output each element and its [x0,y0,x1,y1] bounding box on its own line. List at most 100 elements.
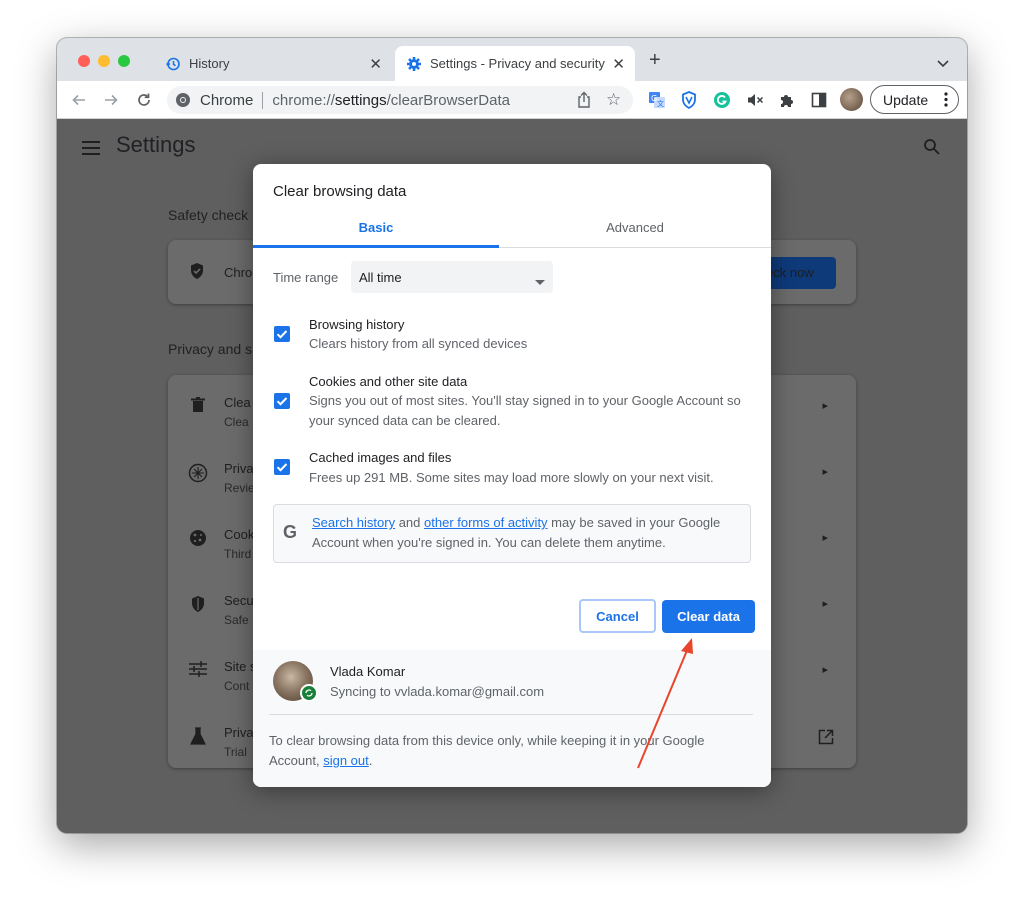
share-icon[interactable] [576,91,592,113]
sync-badge-icon [300,684,318,702]
row-subtitle: Clea [224,415,249,429]
extensions-icon[interactable] [775,88,799,112]
grammarly-icon[interactable] [710,88,734,112]
dialog-title: Clear browsing data [273,183,407,200]
notice-text: Search history and other forms of activi… [312,513,744,553]
sign-out-link[interactable]: sign out [323,753,369,768]
account-name: Vlada Komar [330,664,406,679]
cancel-button[interactable]: Cancel [579,599,656,633]
clear-data-button[interactable]: Clear data [662,600,755,633]
chrome-icon [175,92,191,108]
search-history-link[interactable]: Search history [312,515,395,530]
tab-label: History [189,56,230,71]
safety-check-heading: Safety check [168,207,249,223]
page-title: Settings [116,132,196,157]
vpn-shield-icon[interactable] [677,88,701,112]
url-host: settings [334,91,387,109]
url-text: chrome://settings/clearBrowserData [272,92,510,109]
url-prefix: chrome:// [272,91,335,109]
toolbar: Chrome chrome://settings/clearBrowserDat… [57,81,967,119]
row-subtitle: Trial [224,745,247,759]
chevron-right-icon: ▸ [822,466,828,478]
forward-icon[interactable] [99,88,123,112]
clear-browsing-data-dialog: Clear browsing data Basic Advanced Time … [253,164,771,787]
google-g-icon: G [283,522,298,542]
option-description: Signs you out of most sites. You'll stay… [309,393,741,428]
shield-icon [189,262,205,285]
bookmark-star-icon[interactable]: ☆ [606,90,621,110]
caret-down-icon [535,274,545,289]
cached-images-checkbox[interactable] [274,459,290,475]
other-activity-link[interactable]: other forms of activity [424,515,548,530]
tab-advanced[interactable]: Advanced [499,208,771,248]
row-title: Site s [224,659,257,674]
menu-icon[interactable] [82,141,100,160]
time-range-value: All time [359,270,402,285]
tab-basic-label: Basic [358,220,394,235]
option-title: Cookies and other site data [309,374,468,389]
history-icon [165,56,181,72]
cancel-label: Cancel [596,609,639,624]
row-title: Cook [224,527,255,542]
time-range-label: Time range [273,270,339,285]
chevron-down-icon[interactable] [937,55,949,73]
close-window-button[interactable] [78,55,90,67]
flask-icon [188,727,208,747]
address-bar[interactable]: Chrome chrome://settings/clearBrowserDat… [167,86,633,114]
row-title: Priva [224,725,254,740]
tab-history[interactable]: History ✕ [157,46,392,81]
footer-text-end: . [368,753,373,768]
row-subtitle: Third [224,547,252,561]
scheme-label: Chrome [200,91,254,109]
trash-icon [188,397,208,417]
update-label: Update [883,91,929,108]
more-vert-icon[interactable] [944,92,948,110]
shield-icon [188,595,208,615]
tab-basic[interactable]: Basic [253,208,499,248]
option-title: Browsing history [309,317,405,332]
close-tab-icon[interactable]: ✕ [369,55,382,73]
option-title: Cached images and files [309,450,452,465]
chevron-right-icon: ▸ [822,598,828,610]
tab-basic-indicator [253,245,499,248]
back-icon[interactable] [67,88,91,112]
search-icon[interactable] [923,138,941,161]
check-now-label: eck now [766,265,814,280]
chevron-right-icon: ▸ [822,400,828,412]
tab-label: Settings - Privacy and security [430,56,605,71]
reload-icon[interactable] [132,88,156,112]
safety-check-row-title: Chro [224,265,253,280]
svg-text:文: 文 [657,99,664,108]
clear-data-label: Clear data [677,609,740,624]
side-panel-icon[interactable] [807,88,831,112]
update-button[interactable]: Update [870,85,959,114]
row-subtitle: Safe [224,613,249,627]
new-tab-button[interactable]: + [649,49,661,72]
zoom-window-button[interactable] [118,55,130,67]
profile-avatar[interactable] [840,88,863,111]
minimize-window-button[interactable] [98,55,110,67]
dialog-tabs: Basic Advanced [253,208,771,248]
row-title: Secu [224,593,254,608]
privacy-heading: Privacy and s [168,341,253,357]
option-description: Clears history from all synced devices [309,336,528,351]
close-tab-icon[interactable]: ✕ [612,55,625,73]
translate-icon[interactable]: G文 [645,88,669,112]
compass-icon [188,463,208,483]
google-account-notice: G Search history and other forms of acti… [273,504,751,563]
cookies-checkbox[interactable] [274,393,290,409]
chevron-right-icon: ▸ [822,532,828,544]
browsing-history-checkbox[interactable] [274,326,290,342]
url-path: /clearBrowserData [386,91,510,109]
tab-strip: History ✕ Settings - Privacy and securit… [57,38,967,81]
row-subtitle: Revie [224,481,255,495]
account-section: Vlada Komar Syncing to vvlada.komar@gmai… [253,650,771,787]
tab-settings[interactable]: Settings - Privacy and security ✕ [395,46,635,81]
row-title: Clea [224,395,251,410]
notice-and: and [395,515,425,530]
row-title: Priva [224,461,254,476]
mute-icon[interactable] [743,88,767,112]
time-range-select[interactable]: All time [351,261,553,293]
settings-icon [406,56,422,72]
open-in-new-icon [818,729,834,750]
